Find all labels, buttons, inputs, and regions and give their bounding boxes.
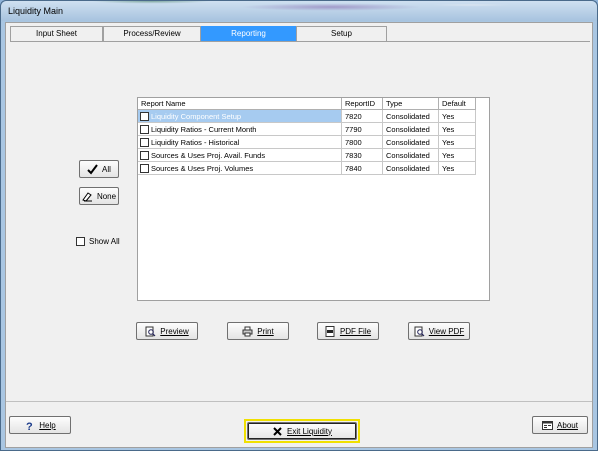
report-name-text: Sources & Uses Proj. Volumes (151, 164, 254, 173)
tab-input-sheet[interactable]: Input Sheet (10, 26, 103, 41)
report-id-cell: 7840 (342, 162, 383, 175)
row-checkbox[interactable] (140, 164, 149, 173)
svg-text:?: ? (26, 421, 33, 431)
tab-reporting[interactable]: Reporting (201, 26, 296, 41)
report-id-cell: 7790 (342, 123, 383, 136)
select-all-label: All (102, 164, 111, 174)
select-none-button[interactable]: None (79, 187, 119, 205)
report-id-cell: 7830 (342, 149, 383, 162)
report-default-cell: Yes (439, 123, 476, 136)
report-id-cell: 7820 (342, 110, 383, 123)
preview-label: Preview (160, 326, 189, 336)
pdf-file-button[interactable]: PDF File (317, 322, 379, 340)
tab-setup[interactable]: Setup (296, 26, 387, 41)
report-default-cell: Yes (439, 162, 476, 175)
close-x-icon (272, 426, 283, 437)
column-header-report-id[interactable]: ReportID (342, 98, 383, 110)
footer-divider (6, 401, 592, 402)
row-checkbox[interactable] (140, 112, 149, 121)
report-type-cell: Consolidated (383, 162, 439, 175)
help-label: Help (39, 420, 56, 430)
checkbox-box[interactable] (76, 237, 85, 246)
view-pdf-button[interactable]: View PDF (408, 322, 470, 340)
main-panel: Input Sheet Process/Review Reporting Set… (5, 22, 593, 448)
report-type-cell: Consolidated (383, 149, 439, 162)
report-id-cell: 7800 (342, 136, 383, 149)
report-name-text: Sources & Uses Proj. Avail. Funds (151, 151, 266, 160)
pdf-file-label: PDF File (339, 326, 372, 336)
report-name-cell: Liquidity Component Setup (138, 110, 342, 123)
report-type-cell: Consolidated (383, 136, 439, 149)
report-name-text: Liquidity Ratios - Current Month (151, 125, 257, 134)
about-label: About (557, 420, 578, 430)
report-default-cell: Yes (439, 149, 476, 162)
view-document-icon (414, 326, 425, 337)
column-header-type[interactable]: Type (383, 98, 439, 110)
row-checkbox[interactable] (140, 125, 149, 134)
tab-process-review[interactable]: Process/Review (103, 26, 201, 41)
row-checkbox[interactable] (140, 138, 149, 147)
row-checkbox[interactable] (140, 151, 149, 160)
tab-label: Reporting (231, 29, 266, 38)
print-button[interactable]: Print (227, 322, 289, 340)
report-default-cell: Yes (439, 136, 476, 149)
tab-label: Setup (331, 29, 352, 38)
pdf-document-icon (325, 325, 336, 337)
select-none-label: None (96, 191, 117, 201)
eraser-icon (82, 191, 93, 202)
report-name-cell: Sources & Uses Proj. Avail. Funds (138, 149, 342, 162)
column-header-default[interactable]: Default (439, 98, 476, 110)
printer-icon (242, 326, 253, 337)
report-type-cell: Consolidated (383, 123, 439, 136)
print-label: Print (257, 326, 274, 336)
preview-button[interactable]: Preview (136, 322, 198, 340)
report-list[interactable]: Report Name ReportID Type Default Liquid… (137, 97, 490, 301)
about-button[interactable]: About (532, 416, 588, 434)
view-pdf-label: View PDF (428, 326, 465, 336)
magnifier-page-icon (145, 326, 156, 337)
report-name-text: Liquidity Component Setup (151, 112, 242, 121)
select-all-button[interactable]: All (79, 160, 119, 178)
title-bar[interactable]: Liquidity Main (1, 1, 597, 21)
report-name-text: Liquidity Ratios - Historical (151, 138, 240, 147)
tab-bar: Input Sheet Process/Review Reporting Set… (10, 26, 586, 41)
app-window: Liquidity Main Input Sheet Process/Revie… (0, 0, 598, 451)
help-button[interactable]: ? Help (9, 416, 71, 434)
show-all-checkbox[interactable]: Show All (76, 237, 120, 246)
report-name-cell: Sources & Uses Proj. Volumes (138, 162, 342, 175)
show-all-label: Show All (89, 237, 120, 246)
help-question-icon: ? (24, 420, 35, 431)
tab-divider (10, 41, 590, 42)
tab-label: Input Sheet (36, 29, 77, 38)
report-name-cell: Liquidity Ratios - Current Month (138, 123, 342, 136)
report-name-cell: Liquidity Ratios - Historical (138, 136, 342, 149)
exit-liquidity-label: Exit Liquidity (287, 426, 332, 436)
report-default-cell: Yes (439, 110, 476, 123)
tab-label: Process/Review (123, 29, 181, 38)
about-info-icon (542, 420, 554, 431)
exit-liquidity-button[interactable]: Exit Liquidity (247, 422, 357, 440)
report-type-cell: Consolidated (383, 110, 439, 123)
checkmark-icon (87, 163, 98, 175)
window-title: Liquidity Main (8, 6, 64, 16)
column-header-report-name[interactable]: Report Name (138, 98, 342, 110)
